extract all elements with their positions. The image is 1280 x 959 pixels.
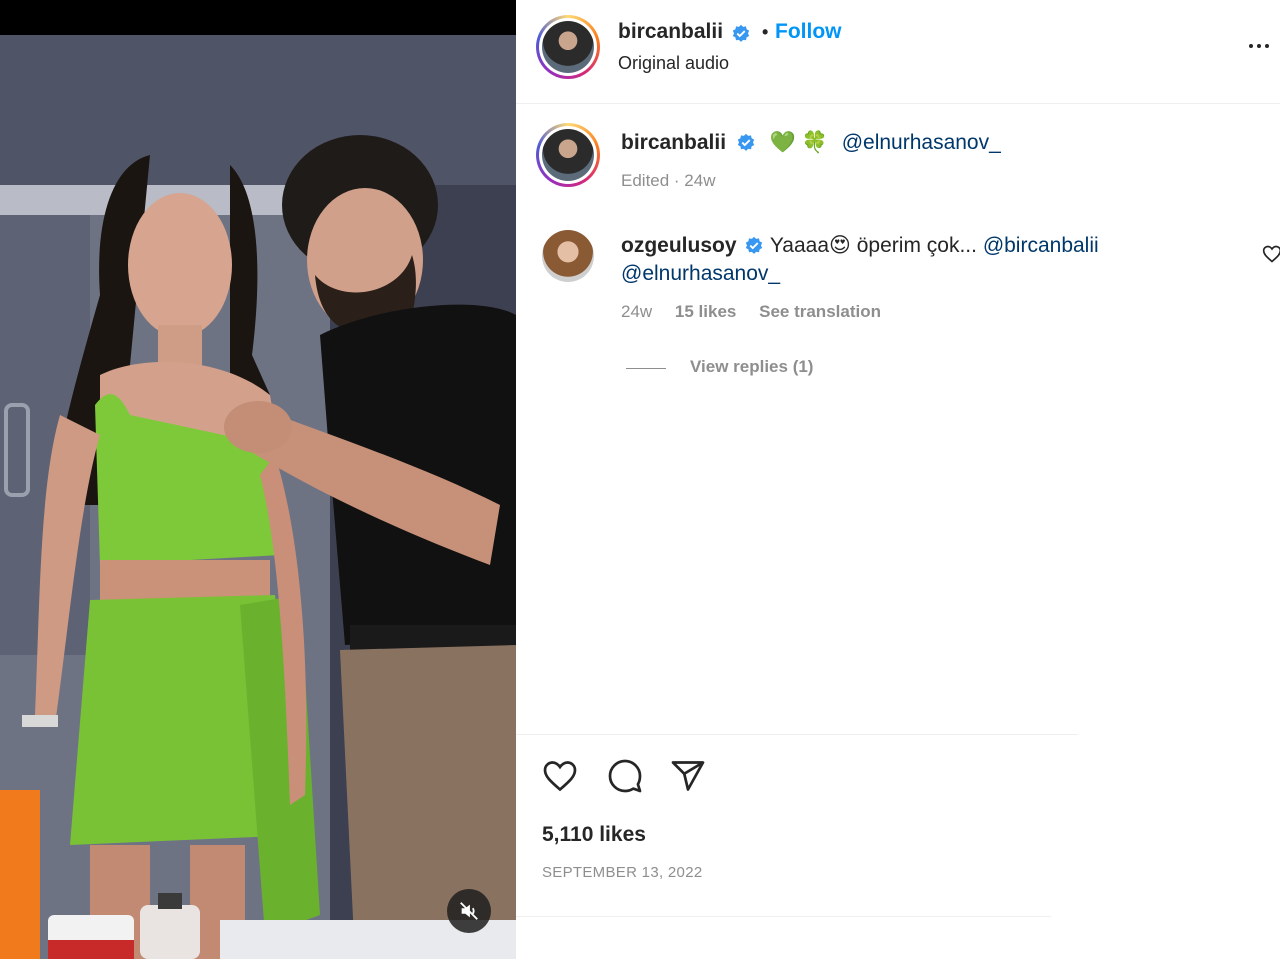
post-likes[interactable]: 5,110 likes <box>542 823 646 847</box>
follow-button[interactable]: Follow <box>775 20 842 44</box>
caption-avatar[interactable] <box>536 123 600 187</box>
share-button[interactable] <box>668 756 708 796</box>
commenter-avatar[interactable] <box>542 230 594 282</box>
more-options-button[interactable] <box>1244 36 1274 56</box>
comment-emoji: 😍 <box>829 234 851 257</box>
like-button[interactable] <box>540 756 580 796</box>
comment-icon <box>608 759 642 793</box>
comment-text-after: öperim çok... <box>856 234 977 257</box>
view-replies-button[interactable]: View replies (1) <box>690 357 813 377</box>
caption-mention[interactable]: @elnurhasanov_ <box>842 131 1001 154</box>
post-sidebar: bircanbalii • Follow Original audio birc… <box>516 0 1280 959</box>
video-frame[interactable] <box>0 35 516 959</box>
share-icon <box>671 761 705 791</box>
muted-speaker-icon <box>460 902 478 920</box>
instagram-post-view: bircanbalii • Follow Original audio birc… <box>0 0 1280 959</box>
heart-icon <box>543 761 577 792</box>
verified-badge-icon <box>733 24 750 42</box>
comment-button[interactable] <box>605 756 645 796</box>
comment-text-before: Yaaaa <box>769 234 829 257</box>
post-date: SEPTEMBER 13, 2022 <box>542 864 703 881</box>
mute-toggle-button[interactable] <box>447 889 491 933</box>
caption-meta: Edited · 24w <box>621 171 716 190</box>
comment-like-heart-icon[interactable] <box>1262 244 1280 264</box>
bottom-divider <box>516 916 1051 917</box>
comment-time: 24w <box>621 302 653 321</box>
more-icon <box>1249 44 1253 48</box>
verified-badge-icon <box>746 237 763 255</box>
author-avatar[interactable] <box>536 15 600 79</box>
post-media <box>0 0 516 959</box>
see-translation-button[interactable]: See translation <box>759 302 881 321</box>
header-separator: • <box>761 22 769 42</box>
caption-username[interactable]: bircanbalii <box>621 131 726 154</box>
caption-emojis: 💚 🍀 <box>769 131 828 154</box>
verified-badge-icon <box>737 134 755 152</box>
audio-label[interactable]: Original audio <box>618 53 729 74</box>
comment-mention-1[interactable]: @bircanbalii <box>983 234 1099 257</box>
comment-likes-button[interactable]: 15 likes <box>675 302 736 321</box>
comment-mention-2[interactable]: @elnurhasanov_ <box>621 262 780 285</box>
actions-divider <box>516 734 1078 735</box>
post-header: bircanbalii • Follow Original audio <box>516 0 1280 104</box>
author-username[interactable]: bircanbalii <box>618 20 723 43</box>
avatar-image <box>542 21 594 73</box>
replies-line <box>626 368 666 369</box>
video-still <box>0 35 516 959</box>
commenter-username[interactable]: ozgeulusoy <box>621 234 737 257</box>
